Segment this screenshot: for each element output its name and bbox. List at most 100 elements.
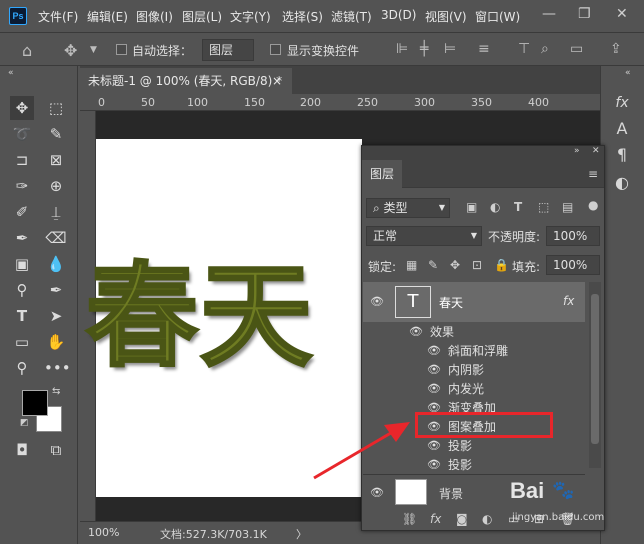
gradient-tool[interactable]: ▣ bbox=[10, 252, 34, 276]
layer-filter-dropdown[interactable]: ⌕ 类型 ▼ bbox=[366, 198, 450, 218]
visibility-eye-icon[interactable]: 👁 bbox=[369, 295, 385, 308]
menu-filter[interactable]: 滤镜(T) bbox=[331, 8, 372, 25]
hand-tool[interactable]: ✋ bbox=[44, 330, 68, 354]
path-select-tool[interactable]: ➤ bbox=[44, 304, 68, 328]
lock-transparency-icon[interactable]: ▦ bbox=[406, 258, 417, 272]
menu-window[interactable]: 窗口(W) bbox=[475, 8, 520, 25]
layer-row-text[interactable]: 👁 T 春天 fx bbox=[363, 282, 585, 322]
healing-tool[interactable]: ⊕ bbox=[44, 174, 68, 198]
align-top-icon[interactable]: ⊤ bbox=[518, 41, 530, 57]
frame-tool[interactable]: ⊠ bbox=[44, 148, 68, 172]
close-button[interactable]: ✕ bbox=[616, 6, 628, 22]
menu-layer[interactable]: 图层(L) bbox=[182, 8, 222, 25]
effects-header[interactable]: 效果 bbox=[430, 323, 454, 340]
crop-tool[interactable]: ⊐ bbox=[10, 148, 34, 172]
effect-bevel-emboss[interactable]: 斜面和浮雕 bbox=[448, 342, 508, 359]
layer-name[interactable]: 背景 bbox=[439, 485, 463, 502]
quick-select-tool[interactable]: ✎ bbox=[44, 122, 68, 146]
tab-close-icon[interactable]: × bbox=[272, 68, 282, 94]
lasso-tool[interactable]: ➰ bbox=[10, 122, 34, 146]
adjustments-panel-icon[interactable]: ◐ bbox=[611, 172, 633, 194]
screen-mode-icon[interactable]: ⧉ bbox=[44, 438, 68, 462]
auto-select-dropdown[interactable]: 图层 bbox=[202, 39, 254, 61]
collapse-icon[interactable]: « bbox=[8, 68, 14, 78]
layers-scrollbar[interactable] bbox=[589, 282, 601, 468]
pen-tool[interactable]: ✒ bbox=[44, 278, 68, 302]
blur-tool[interactable]: 💧 bbox=[44, 252, 68, 276]
chevron-down-icon[interactable]: ▼ bbox=[90, 45, 97, 55]
align-right-icon[interactable]: ⊨ bbox=[444, 41, 456, 57]
opacity-input[interactable]: 100% bbox=[546, 226, 600, 246]
search-icon[interactable]: ⌕ bbox=[541, 41, 549, 57]
restore-button[interactable]: ❐ bbox=[578, 6, 591, 22]
effect-eye-icon[interactable]: 👁 bbox=[426, 382, 442, 395]
eyedropper-tool[interactable]: ✑ bbox=[10, 174, 34, 198]
fill-input[interactable]: 100% bbox=[546, 255, 600, 275]
add-style-icon[interactable]: fx bbox=[430, 512, 441, 526]
align-left-icon[interactable]: ⊫ bbox=[396, 41, 408, 57]
brush-tool[interactable]: ✐ bbox=[10, 200, 34, 224]
shape-tool[interactable]: ▭ bbox=[10, 330, 34, 354]
default-colors-icon[interactable]: ◩ bbox=[20, 418, 29, 428]
stamp-tool[interactable]: ⍊ bbox=[44, 200, 68, 224]
effect-eye-icon[interactable]: 👁 bbox=[426, 439, 442, 452]
effect-eye-icon[interactable]: 👁 bbox=[426, 458, 442, 471]
adjustment-filter-icon[interactable]: ◐ bbox=[490, 200, 500, 214]
collapse-panel-icon[interactable]: » bbox=[574, 146, 580, 156]
marquee-tool[interactable]: ⬚ bbox=[44, 96, 68, 120]
visibility-eye-icon[interactable]: 👁 bbox=[369, 486, 385, 499]
more-tools-icon[interactable]: ••• bbox=[44, 356, 71, 380]
add-mask-icon[interactable]: ◙ bbox=[456, 512, 468, 526]
shape-filter-icon[interactable]: ⬚ bbox=[538, 200, 549, 214]
workspace-icon[interactable]: ▭ bbox=[570, 41, 583, 57]
effect-inner-glow[interactable]: 内发光 bbox=[448, 380, 484, 397]
type-filter-icon[interactable]: T bbox=[514, 200, 522, 214]
home-icon[interactable]: ⌂ bbox=[22, 41, 32, 60]
close-panel-icon[interactable]: ✕ bbox=[592, 146, 600, 156]
history-brush-tool[interactable]: ✒ bbox=[10, 226, 34, 250]
tab-layers[interactable]: 图层 bbox=[362, 160, 402, 188]
layer-name[interactable]: 春天 bbox=[439, 294, 463, 311]
panel-menu-icon[interactable]: ≡ bbox=[588, 167, 598, 181]
adjustment-layer-icon[interactable]: ◐ bbox=[482, 512, 492, 526]
expand-icon[interactable]: « bbox=[625, 68, 631, 78]
layer-fx-icon[interactable]: fx bbox=[563, 294, 574, 308]
effect-eye-icon[interactable]: 👁 bbox=[426, 344, 442, 357]
share-icon[interactable]: ⇪ bbox=[610, 41, 622, 57]
canvas-text-layer[interactable]: 春天 bbox=[85, 226, 314, 388]
menu-3d[interactable]: 3D(D) bbox=[381, 8, 416, 22]
type-tool[interactable]: T bbox=[10, 304, 34, 328]
paragraph-panel-icon[interactable]: ¶ bbox=[611, 144, 633, 166]
menu-file[interactable]: 文件(F) bbox=[38, 8, 78, 25]
menu-select[interactable]: 选择(S) bbox=[282, 8, 323, 25]
move-tool[interactable]: ✥ bbox=[10, 96, 34, 120]
lock-all-icon[interactable]: 🔒 bbox=[494, 258, 509, 272]
effect-eye-icon[interactable]: 👁 bbox=[426, 363, 442, 376]
lock-artboard-icon[interactable]: ⊡ bbox=[472, 258, 482, 272]
show-transform-checkbox[interactable] bbox=[270, 44, 281, 55]
effect-drop-shadow-2[interactable]: 投影 bbox=[448, 456, 472, 473]
styles-panel-icon[interactable]: fx bbox=[611, 92, 633, 114]
quick-mask-icon[interactable]: ◘ bbox=[10, 438, 34, 462]
character-panel-icon[interactable]: A bbox=[611, 118, 633, 140]
menu-view[interactable]: 视图(V) bbox=[425, 8, 467, 25]
link-layers-icon[interactable]: ⛓ bbox=[402, 512, 417, 526]
document-tab[interactable]: 未标题-1 @ 100% (春天, RGB/8) * × bbox=[80, 68, 292, 94]
filter-toggle-icon[interactable]: ● bbox=[588, 198, 598, 212]
menu-image[interactable]: 图像(I) bbox=[136, 8, 173, 25]
move-tool-icon[interactable]: ✥ bbox=[64, 41, 77, 60]
smart-object-filter-icon[interactable]: ▤ bbox=[562, 200, 573, 214]
effects-eye-icon[interactable]: 👁 bbox=[408, 325, 424, 338]
minimize-button[interactable]: — bbox=[542, 6, 556, 22]
eraser-tool[interactable]: ⌫ bbox=[44, 226, 68, 250]
blend-mode-dropdown[interactable]: 正常 ▼ bbox=[366, 226, 482, 246]
status-arrow-icon[interactable]: 〉 bbox=[296, 526, 307, 542]
zoom-tool[interactable]: ⚲ bbox=[10, 356, 34, 380]
distribute-icon[interactable]: ≡ bbox=[478, 41, 490, 57]
lock-pixels-icon[interactable]: ✎ bbox=[428, 258, 438, 272]
foreground-color-swatch[interactable] bbox=[22, 390, 48, 416]
menu-edit[interactable]: 编辑(E) bbox=[87, 8, 128, 25]
dodge-tool[interactable]: ⚲ bbox=[10, 278, 34, 302]
lock-position-icon[interactable]: ✥ bbox=[450, 258, 460, 272]
menu-type[interactable]: 文字(Y) bbox=[230, 8, 271, 25]
